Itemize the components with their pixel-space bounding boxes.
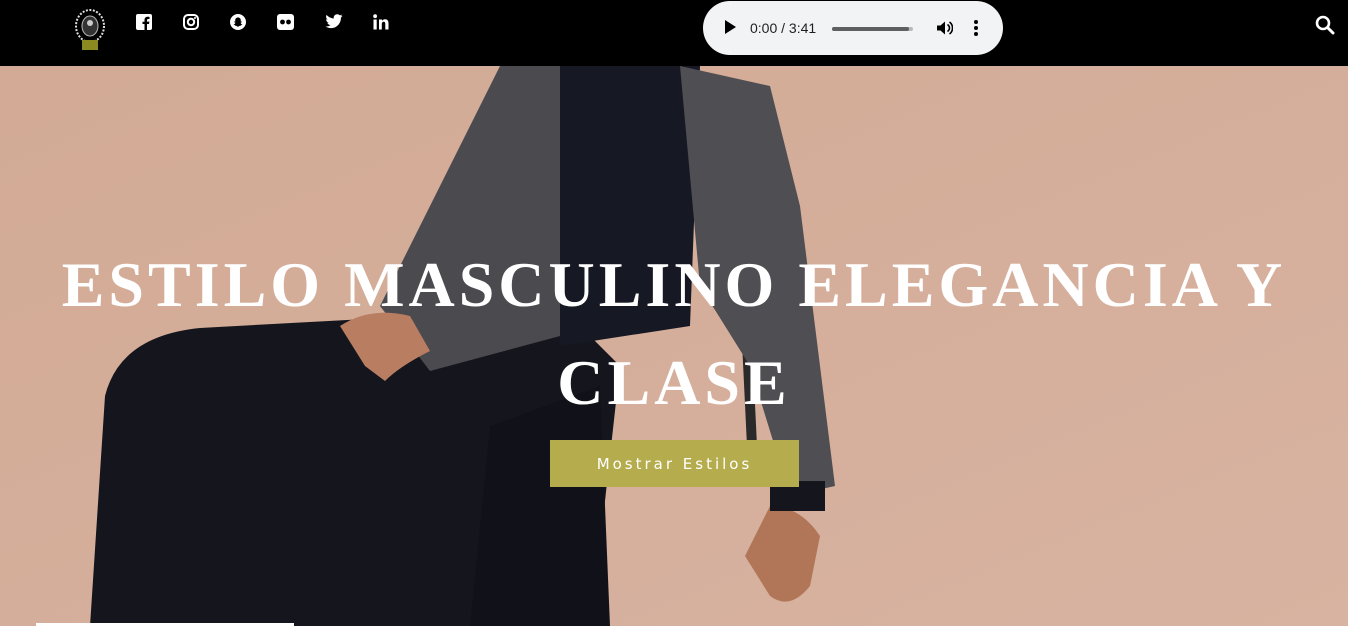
hero-section: ESTILO MASCULINO ELEGANCIA Y CLASE Mostr…: [0, 66, 1348, 626]
audio-time: 0:00 / 3:41: [750, 20, 817, 36]
audio-progress-fill: [832, 27, 909, 31]
more-options-icon[interactable]: [973, 19, 979, 37]
play-icon[interactable]: [725, 20, 736, 34]
snapchat-icon[interactable]: [230, 14, 248, 32]
show-styles-button[interactable]: Mostrar Estilos: [550, 440, 799, 487]
facebook-icon[interactable]: [136, 14, 154, 32]
site-logo[interactable]: [73, 8, 107, 58]
instagram-icon[interactable]: [183, 14, 201, 32]
hero-title: ESTILO MASCULINO ELEGANCIA Y CLASE: [61, 249, 1287, 418]
flickr-icon[interactable]: [277, 14, 295, 32]
linkedin-icon[interactable]: [373, 14, 391, 32]
twitter-icon[interactable]: [325, 14, 343, 32]
top-navigation-bar: 0:00 / 3:41: [0, 0, 1348, 66]
audio-progress-slider[interactable]: [832, 27, 913, 31]
volume-icon[interactable]: [935, 19, 953, 37]
audio-player: 0:00 / 3:41: [703, 1, 1003, 55]
search-icon[interactable]: [1315, 15, 1335, 35]
